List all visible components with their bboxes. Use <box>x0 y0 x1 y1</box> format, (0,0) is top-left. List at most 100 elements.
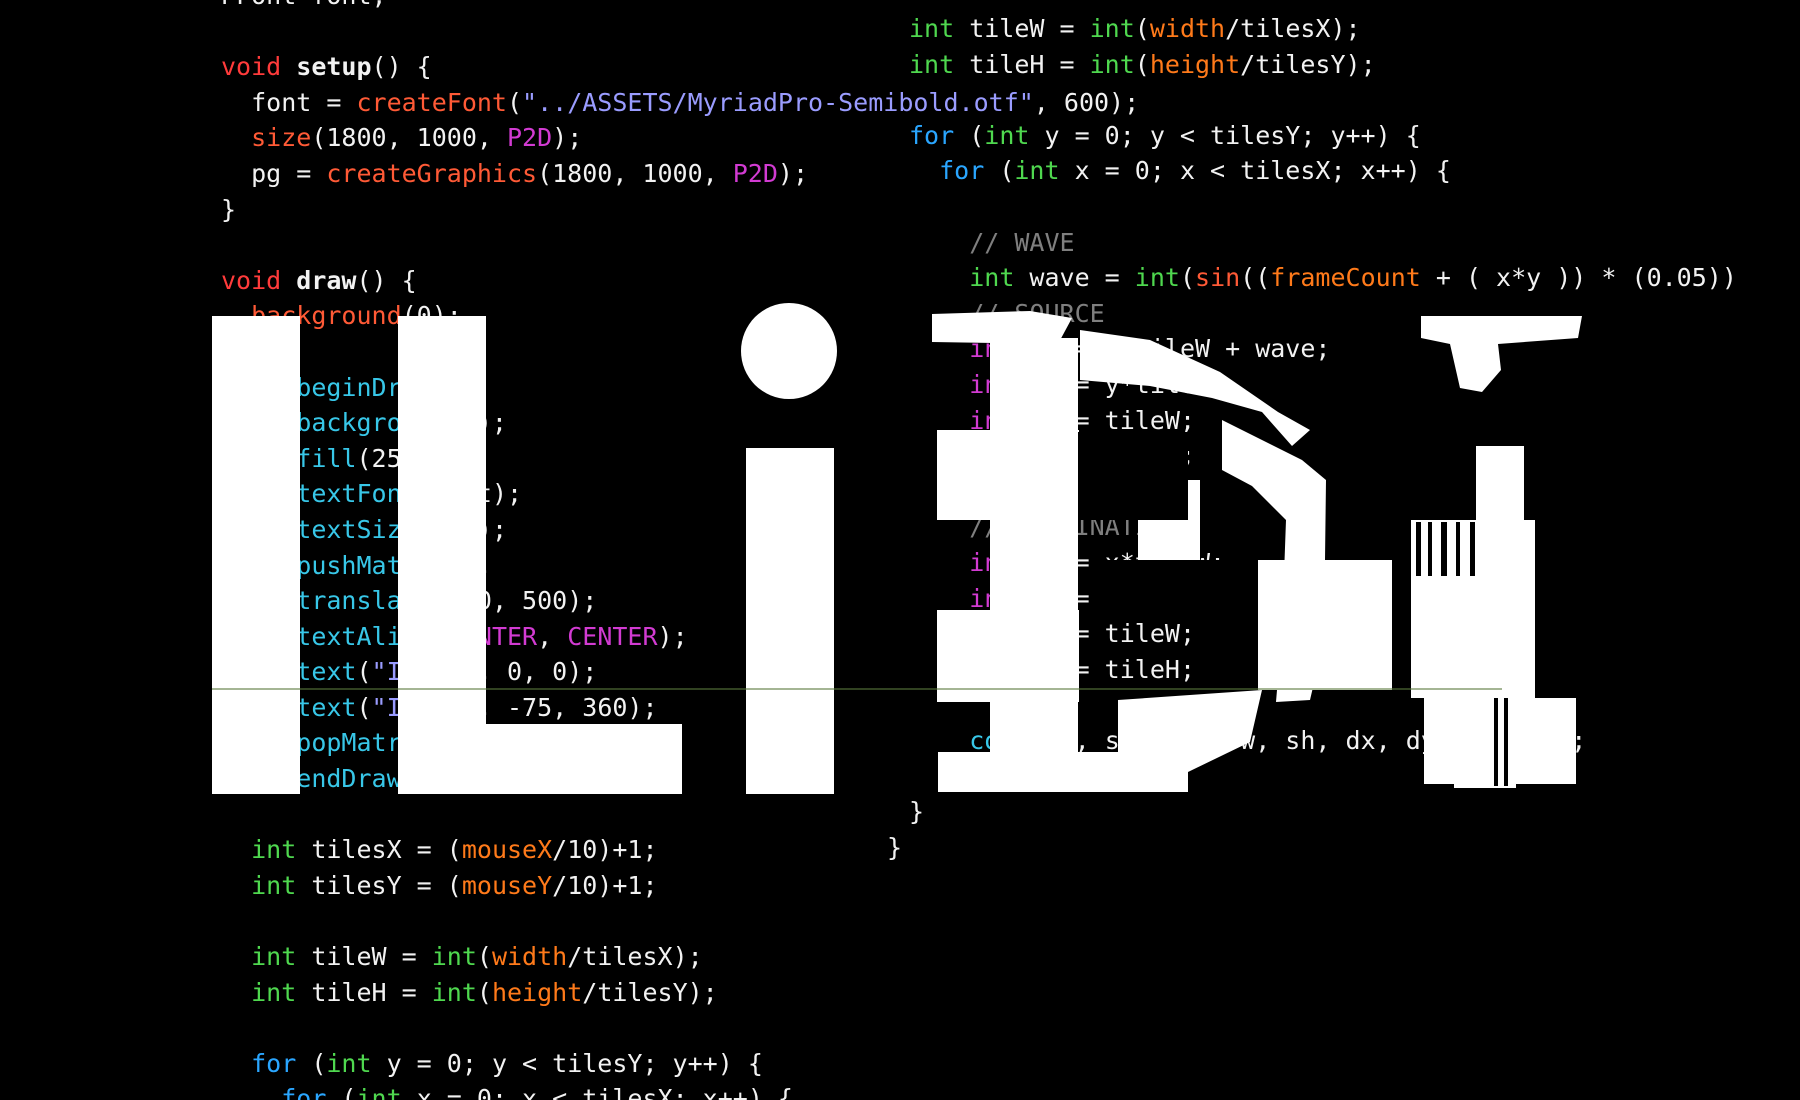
code-line: copy(pg, sx, sy, sw, sh, dx, dy, dw, dh)… <box>909 723 1737 759</box>
code-token: ( <box>326 1084 357 1100</box>
code-token: dh = tileH; <box>1014 654 1195 684</box>
code-token: ( <box>984 156 1015 186</box>
code-token: pg. <box>221 479 297 509</box>
code-token: int <box>909 49 955 79</box>
code-token: ); <box>552 123 583 153</box>
code-token: /10)+1; <box>552 870 658 900</box>
code-token: tilesX = ( <box>296 835 462 865</box>
code-token: text <box>296 692 357 722</box>
code-line: for (int x = 0; x < tilesX; x++) { <box>909 153 1737 189</box>
code-token: background <box>251 301 402 331</box>
code-token: sin <box>1195 263 1241 293</box>
code-line: } <box>909 758 1737 794</box>
code-token: ( <box>506 87 523 117</box>
code-token: P2D <box>507 123 553 153</box>
code-token: pg. <box>221 621 297 651</box>
code-token: endDraw <box>296 764 402 794</box>
code-token: ( <box>431 621 447 651</box>
code-token: ( <box>356 657 372 687</box>
code-token: int <box>251 977 297 1007</box>
code-token: int <box>431 942 477 972</box>
code-token: height <box>1149 49 1241 79</box>
code-line: int sy = y*tileH; <box>909 367 1737 403</box>
code-token: for <box>281 1084 327 1100</box>
code-token: (); <box>431 372 477 402</box>
code-line: int wave = int(sin((frameCount + ( x*y )… <box>909 260 1737 296</box>
code-token: popMatrix <box>296 728 432 758</box>
code-token: ( <box>296 1048 327 1078</box>
code-token: CENTER <box>567 621 658 651</box>
code-token: /tilesX); <box>567 942 703 972</box>
code-token: background <box>296 408 447 438</box>
code-token: frameCount <box>1270 263 1421 293</box>
code-token: x = 0; x < tilesX; x++) { <box>401 1084 793 1100</box>
code-token: pg. <box>221 692 297 722</box>
code-token: beginDraw <box>296 372 432 402</box>
code-token: (); <box>446 550 492 580</box>
code-line: int sx = x*tileW + wave; <box>909 331 1737 367</box>
code-token: int <box>969 441 1015 471</box>
code-token: tilesY = ( <box>296 870 462 900</box>
code-line: int dw = tileW; <box>909 616 1737 652</box>
code-token: pg. <box>221 514 297 544</box>
code-token: pg. <box>221 728 297 758</box>
code-token: // DESTINATION <box>909 512 1180 542</box>
code-token: int <box>251 835 297 865</box>
code-token: tileW = <box>296 942 432 972</box>
code-token: font = <box>221 87 357 117</box>
code-token: , 0, 0); <box>476 657 598 687</box>
code-token: int <box>909 14 955 43</box>
code-token: width <box>1149 14 1226 43</box>
code-token: int <box>969 405 1015 435</box>
code-line: int tileW = int(width/tilesX); <box>221 939 1139 975</box>
code-line: for (int x = 0; x < tilesX; x++) { <box>221 1081 1139 1100</box>
code-line: int sw = tileW; <box>909 403 1737 439</box>
code-token: CENTER <box>446 621 538 651</box>
code-token: pg. <box>221 764 297 794</box>
code-token: textSize <box>296 514 417 544</box>
code-token: text <box>296 657 357 687</box>
code-token: size <box>251 123 312 153</box>
code-line: int dy = y*tileH; <box>909 581 1737 617</box>
code-token: (0); <box>401 301 462 331</box>
code-token: sh = tileH; <box>1014 441 1195 471</box>
code-line: // DESTINATION <box>909 509 1737 545</box>
code-token: /tilesX); <box>1225 14 1361 43</box>
code-token: int <box>969 369 1015 399</box>
code-token: ( <box>954 120 985 150</box>
code-token: pg. <box>221 586 297 616</box>
code-token: int <box>356 1084 402 1100</box>
code-token: fill <box>296 443 357 473</box>
code-token: (900, 500); <box>431 586 598 616</box>
code-token: sw = tileW; <box>1014 405 1195 435</box>
code-token: (1800, 1000, <box>311 123 507 153</box>
code-token: pg. <box>221 408 297 438</box>
code-token: (); <box>401 764 447 794</box>
code-token: tileW = <box>954 14 1090 43</box>
code-line: for (int y = 0; y < tilesY; y++) { <box>221 1046 1139 1082</box>
code-token: int <box>969 654 1015 684</box>
code-token: (); <box>431 728 477 758</box>
code-token: int <box>251 870 297 900</box>
code-line: for (int y = 0; y < tilesY; y++) { <box>909 118 1737 154</box>
code-token: int <box>431 977 477 1007</box>
code-token: (500); <box>416 514 507 544</box>
code-token: dx = x*tileW; <box>1014 547 1226 577</box>
code-line: int dh = tileH; <box>909 652 1737 688</box>
code-line: int sh = tileH; <box>909 438 1737 474</box>
code-token: copy <box>969 725 1030 755</box>
code-line: int tileW = int(width/tilesX); <box>909 11 1737 47</box>
code-token: draw <box>296 265 357 295</box>
code-token: } <box>909 797 925 827</box>
code-token: } <box>221 194 237 224</box>
code-token: int <box>1089 49 1135 79</box>
code-line: int tilesY = (mouseY/10)+1; <box>221 868 1139 904</box>
